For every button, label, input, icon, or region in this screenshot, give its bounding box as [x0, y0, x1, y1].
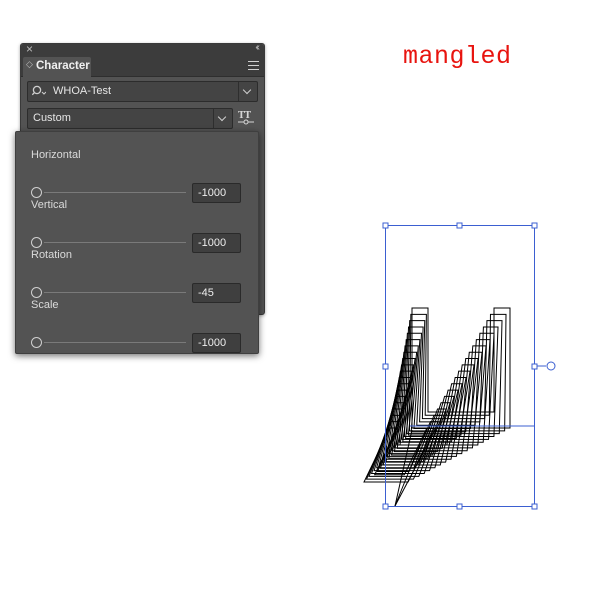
bbox-handle[interactable] — [531, 503, 538, 510]
bbox-handle[interactable] — [382, 363, 389, 370]
glyph-outline — [401, 332, 495, 440]
bbox-handle[interactable] — [382, 222, 389, 229]
rotation-handle[interactable] — [546, 361, 556, 371]
bbox-handle[interactable] — [531, 222, 538, 229]
artboard-canvas — [363, 222, 556, 510]
bbox-handle[interactable] — [531, 363, 538, 370]
bbox-handle[interactable] — [382, 503, 389, 510]
bbox-handle[interactable] — [456, 222, 463, 229]
bbox-handle[interactable] — [456, 503, 463, 510]
